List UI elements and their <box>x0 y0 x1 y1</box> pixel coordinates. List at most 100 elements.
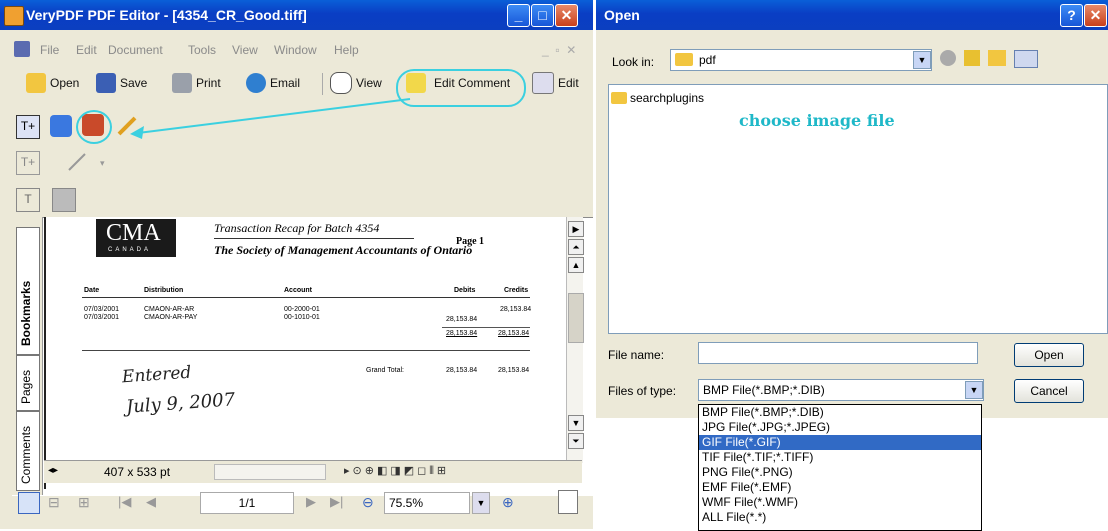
tab-bookmarks[interactable]: Bookmarks <box>16 227 40 355</box>
dialog-titlebar[interactable]: Open ? ✕ <box>596 0 1108 30</box>
back-icon[interactable] <box>940 50 956 66</box>
menu-edit[interactable]: Edit <box>76 43 97 57</box>
option-jpg[interactable]: JPG File(*.JPG;*.JPEG) <box>699 420 981 435</box>
view-button[interactable]: View <box>330 71 382 95</box>
option-wmf[interactable]: WMF File(*.WMF) <box>699 495 981 510</box>
scroll-down-icon[interactable]: ▼ <box>568 415 584 431</box>
scroll-up-icon[interactable]: ▲ <box>568 257 584 273</box>
zoom-out-icon[interactable]: ⊖ <box>362 494 374 511</box>
first-page-icon[interactable]: |◀ <box>118 494 131 510</box>
textbox-icon[interactable]: T+ <box>16 115 40 139</box>
look-in-combo[interactable]: pdf ▼ <box>670 49 932 71</box>
scroll-right-icon[interactable]: ▶ <box>568 221 584 237</box>
last-page-icon[interactable]: ▶| <box>330 494 343 510</box>
annotation-hint: choose image file <box>739 111 895 130</box>
side-panel-tabs: Bookmarks Pages Comments <box>12 217 43 495</box>
horizontal-scrollbar[interactable] <box>214 464 326 480</box>
close-button[interactable]: ✕ <box>555 4 578 27</box>
new-folder-icon[interactable] <box>988 50 1006 66</box>
edit-button[interactable]: Edit <box>532 71 579 95</box>
note-icon[interactable] <box>50 115 72 137</box>
view-mode-icons[interactable]: ▸⊙⊕◧◨◩◻⫴⊞ <box>344 464 449 478</box>
cancel-button[interactable]: Cancel <box>1014 379 1084 403</box>
option-emf[interactable]: EMF File(*.EMF) <box>699 480 981 495</box>
textbox-disabled-icon[interactable]: T+ <box>16 151 40 175</box>
option-png[interactable]: PNG File(*.PNG) <box>699 465 981 480</box>
mdi-controls[interactable]: _ ▫ ✕ <box>542 43 576 57</box>
open-label: Open <box>50 76 80 90</box>
split-icon[interactable]: ◂▸ <box>48 465 58 476</box>
vertical-scrollbar[interactable]: ▶ ⏶ ▲ ▼ ⏷ <box>566 217 584 463</box>
zoom-input[interactable]: 75.5% <box>384 492 470 514</box>
next-page-icon[interactable]: ▶ <box>306 494 316 510</box>
look-in-label: Look in: <box>612 55 655 69</box>
hand-icon <box>330 72 352 94</box>
list-item-label: searchplugins <box>630 91 705 105</box>
shape-tools-row: T+ ▾ <box>12 144 593 180</box>
editor-titlebar[interactable]: VeryPDF PDF Editor - [4354_CR_Good.tiff]… <box>0 0 593 30</box>
chevron-down-icon[interactable]: ▼ <box>965 381 983 399</box>
zoom-dropdown-icon[interactable]: ▼ <box>472 492 490 514</box>
option-bmp[interactable]: BMP File(*.BMP;*.DIB) <box>699 405 981 420</box>
file-list[interactable]: searchplugins choose image file <box>608 84 1108 334</box>
scroll-top-icon[interactable]: ⏶ <box>568 239 584 255</box>
files-of-type-combo[interactable]: BMP File(*.BMP;*.DIB) ▼ <box>698 379 984 401</box>
menu-file[interactable]: File <box>40 43 59 57</box>
text-select-icon[interactable]: T <box>16 188 40 212</box>
option-gif[interactable]: GIF File(*.GIF) <box>699 435 981 450</box>
help-button[interactable]: ? <box>1060 4 1083 27</box>
files-of-type-value: BMP File(*.BMP;*.DIB) <box>703 383 825 397</box>
society-name: The Society of Management Accountants of… <box>214 243 473 257</box>
status-bar: ◂▸ 407 x 533 pt ▸⊙⊕◧◨◩◻⫴⊞ <box>44 460 582 483</box>
continuous-icon[interactable]: ⊟ <box>48 494 60 511</box>
pencil-icon[interactable] <box>116 115 138 137</box>
menu-tools[interactable]: Tools <box>188 43 216 57</box>
scroll-bottom-icon[interactable]: ⏷ <box>568 433 584 449</box>
files-of-type-label: Files of type: <box>608 384 677 398</box>
snapshot-icon[interactable] <box>52 188 76 212</box>
minimize-button[interactable]: _ <box>507 4 530 27</box>
row2-date: 07/03/2001 <box>84 314 120 321</box>
menu-help[interactable]: Help <box>334 43 359 57</box>
editor-window: VeryPDF PDF Editor - [4354_CR_Good.tiff]… <box>0 0 593 529</box>
scroll-thumb[interactable] <box>568 293 584 343</box>
recap-title: Transaction Recap for Batch 4354 <box>214 221 380 235</box>
single-page-icon[interactable] <box>18 492 40 514</box>
navigation-bar: ⊟ ⊞ |◀ ◀ 1/1 ▶ ▶| ⊖ 75.5% ▼ ⊕ <box>12 490 593 529</box>
list-item[interactable]: searchplugins <box>611 91 704 105</box>
stamp-highlight-ring <box>76 110 112 144</box>
up-folder-icon[interactable] <box>964 50 980 66</box>
maximize-button[interactable]: □ <box>531 4 554 27</box>
file-type-dropdown[interactable]: BMP File(*.BMP;*.DIB) JPG File(*.JPG;*.J… <box>698 404 982 531</box>
col-debits: Debits <box>454 287 476 294</box>
email-button[interactable]: Email <box>246 71 300 95</box>
cma-logo: CMA CANADA <box>96 219 176 257</box>
option-tif[interactable]: TIF File(*.TIF;*.TIFF) <box>699 450 981 465</box>
menu-window[interactable]: Window <box>274 43 317 57</box>
menu-view[interactable]: View <box>232 43 258 57</box>
open-button[interactable]: Open <box>26 71 79 95</box>
facing-icon[interactable]: ⊞ <box>78 494 90 511</box>
print-button[interactable]: Print <box>172 71 221 95</box>
chevron-down-icon[interactable]: ▼ <box>913 51 931 69</box>
menu-document[interactable]: Document <box>108 43 163 57</box>
tab-comments[interactable]: Comments <box>16 411 40 491</box>
col-account: Account <box>284 287 312 294</box>
page-number-input[interactable]: 1/1 <box>200 492 294 514</box>
option-all[interactable]: ALL File(*.*) <box>699 510 981 525</box>
view-menu-icon[interactable] <box>1014 50 1038 68</box>
open-button[interactable]: Open <box>1014 343 1084 367</box>
chevron-down-icon[interactable]: ▾ <box>100 158 105 169</box>
total-rule <box>82 350 530 351</box>
file-name-input[interactable] <box>698 342 978 364</box>
tab-pages[interactable]: Pages <box>16 355 40 411</box>
dialog-close-button[interactable]: ✕ <box>1084 4 1107 27</box>
col-date: Date <box>84 287 100 294</box>
save-button[interactable]: Save <box>96 71 147 95</box>
row2-dist: CMAON-AR-PAY <box>144 314 198 321</box>
line-icon[interactable] <box>66 151 88 173</box>
prev-page-icon[interactable]: ◀ <box>146 494 156 510</box>
zoom-in-icon[interactable]: ⊕ <box>502 494 514 511</box>
globe-icon <box>246 73 266 93</box>
fit-page-icon[interactable] <box>558 490 578 514</box>
